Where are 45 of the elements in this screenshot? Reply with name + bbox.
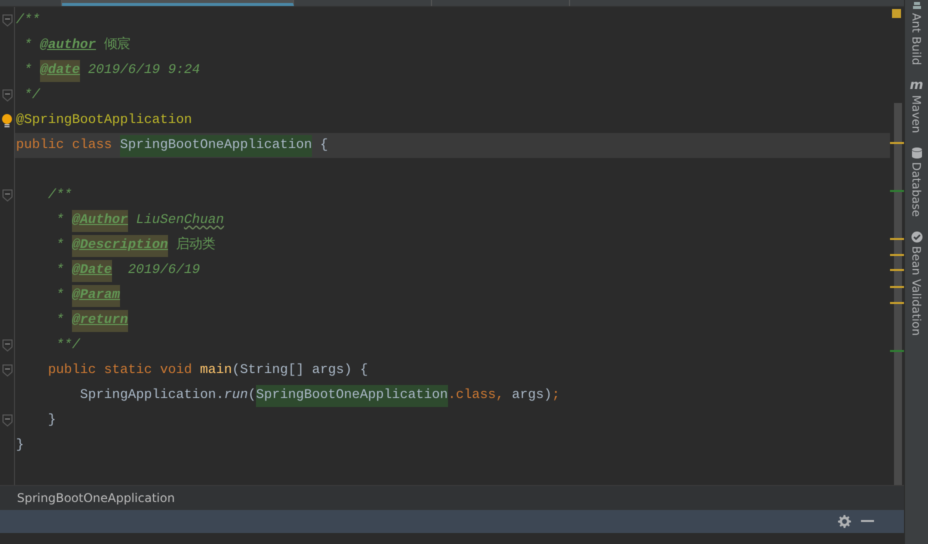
- code-line: @SpringBootApplication: [15, 112, 193, 130]
- code-line: */: [22, 86, 42, 104]
- settings-icon[interactable]: [838, 515, 851, 528]
- code-line: /**: [46, 186, 73, 204]
- fold-marker-icon[interactable]: [2, 339, 12, 352]
- error-stripe-mark[interactable]: [890, 286, 904, 288]
- fold-marker-icon[interactable]: [2, 189, 12, 202]
- code-line: **/: [54, 336, 82, 354]
- code-line: * @return: [15, 308, 890, 333]
- code-line: * @Description 启动类: [15, 233, 890, 258]
- bean-icon: [910, 231, 922, 244]
- warning-status-icon[interactable]: [892, 9, 901, 18]
- fold-marker-icon[interactable]: [2, 14, 12, 27]
- maven-icon: m: [910, 79, 924, 92]
- code-line: public static void main(String[] args) {: [46, 362, 369, 380]
- tool-window-button[interactable]: Ant Build: [908, 2, 926, 66]
- ant-icon: [912, 2, 922, 10]
- code-line: * @date 2019/6/19 9:24: [15, 58, 890, 83]
- error-stripe-mark[interactable]: [890, 350, 904, 352]
- error-stripe-mark[interactable]: [890, 190, 904, 192]
- scrollbar-thumb[interactable]: [894, 103, 902, 485]
- error-stripe-mark[interactable]: [890, 254, 904, 256]
- editor-tab[interactable]: [62, 0, 294, 6]
- error-stripe-mark[interactable]: [890, 302, 904, 304]
- code-line: * @Param: [15, 283, 890, 308]
- code-line: }: [15, 436, 25, 454]
- tool-window-button[interactable]: m Maven: [908, 79, 926, 134]
- code-line: * @Author LiuSenChuan: [15, 208, 890, 233]
- database-icon: [910, 147, 922, 160]
- error-stripe-mark[interactable]: [890, 269, 904, 271]
- tool-window-button[interactable]: Bean Validation: [908, 231, 926, 336]
- code-line: * @author 倾宸: [22, 36, 131, 54]
- lightbulb-icon[interactable]: [1, 113, 13, 128]
- fold-marker-icon[interactable]: [2, 89, 12, 102]
- tool-window-button[interactable]: Database: [908, 147, 926, 218]
- error-stripe-mark[interactable]: [890, 238, 904, 240]
- code-line: }: [46, 412, 57, 430]
- code-line: /**: [15, 12, 41, 30]
- code-line: * @Date 2019/6/19: [15, 258, 890, 283]
- error-stripe-mark[interactable]: [890, 142, 904, 144]
- fold-marker-icon[interactable]: [2, 364, 12, 377]
- breadcrumb[interactable]: SpringBootOneApplication: [17, 491, 175, 505]
- code-line: SpringApplication.run(SpringBootOneApplication.class, args);: [15, 383, 890, 408]
- fold-marker-icon[interactable]: [2, 414, 12, 427]
- minimize-icon[interactable]: [861, 520, 874, 523]
